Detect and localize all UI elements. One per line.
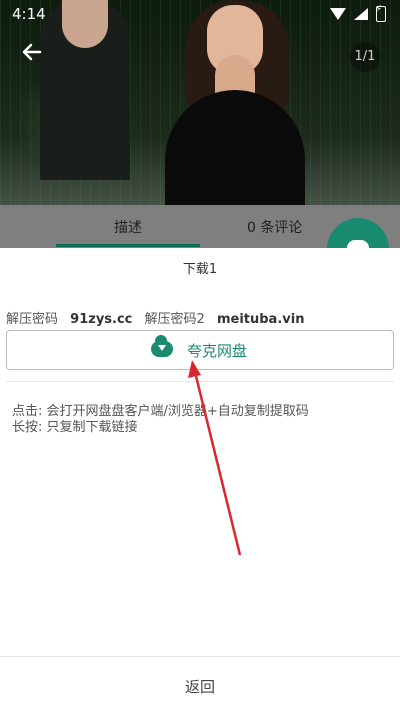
return-button[interactable]: 返回 bbox=[0, 676, 400, 697]
battery-icon bbox=[375, 4, 386, 22]
tab-indicator bbox=[56, 244, 200, 247]
sheet-title: 下载1 bbox=[182, 262, 218, 277]
password-value-2: meituba.vin bbox=[216, 312, 305, 327]
wifi-icon bbox=[330, 8, 346, 20]
password-label-1: 解压密码 bbox=[6, 312, 59, 327]
download-sheet: 下载1 解压密码 91zys.cc 解压密码2 meituba.vin 夸克网盘… bbox=[0, 248, 400, 711]
password-label-2: 解压密码2 bbox=[144, 312, 205, 327]
signal-icon bbox=[354, 8, 368, 20]
password-row: 解压密码 91zys.cc 解压密码2 meituba.vin bbox=[6, 308, 312, 327]
back-arrow-icon[interactable] bbox=[18, 38, 46, 66]
status-bar: 4:14 bbox=[0, 0, 400, 28]
divider-bottom bbox=[0, 656, 400, 657]
quark-drive-button[interactable]: 夸克网盘 bbox=[6, 330, 394, 370]
tab-comments[interactable]: 0 条评论 bbox=[247, 217, 302, 237]
status-icons bbox=[330, 4, 386, 22]
quark-drive-label: 夸克网盘 bbox=[187, 342, 248, 360]
divider bbox=[6, 381, 394, 382]
status-time: 4:14 bbox=[12, 5, 46, 23]
tab-description[interactable]: 描述 bbox=[114, 217, 142, 237]
cloud-download-icon bbox=[151, 335, 173, 357]
hint-long-press: 长按: 只复制下载链接 bbox=[12, 420, 138, 435]
password-value-1: 91zys.cc bbox=[70, 312, 133, 327]
image-pager: 1/1 bbox=[350, 42, 380, 72]
